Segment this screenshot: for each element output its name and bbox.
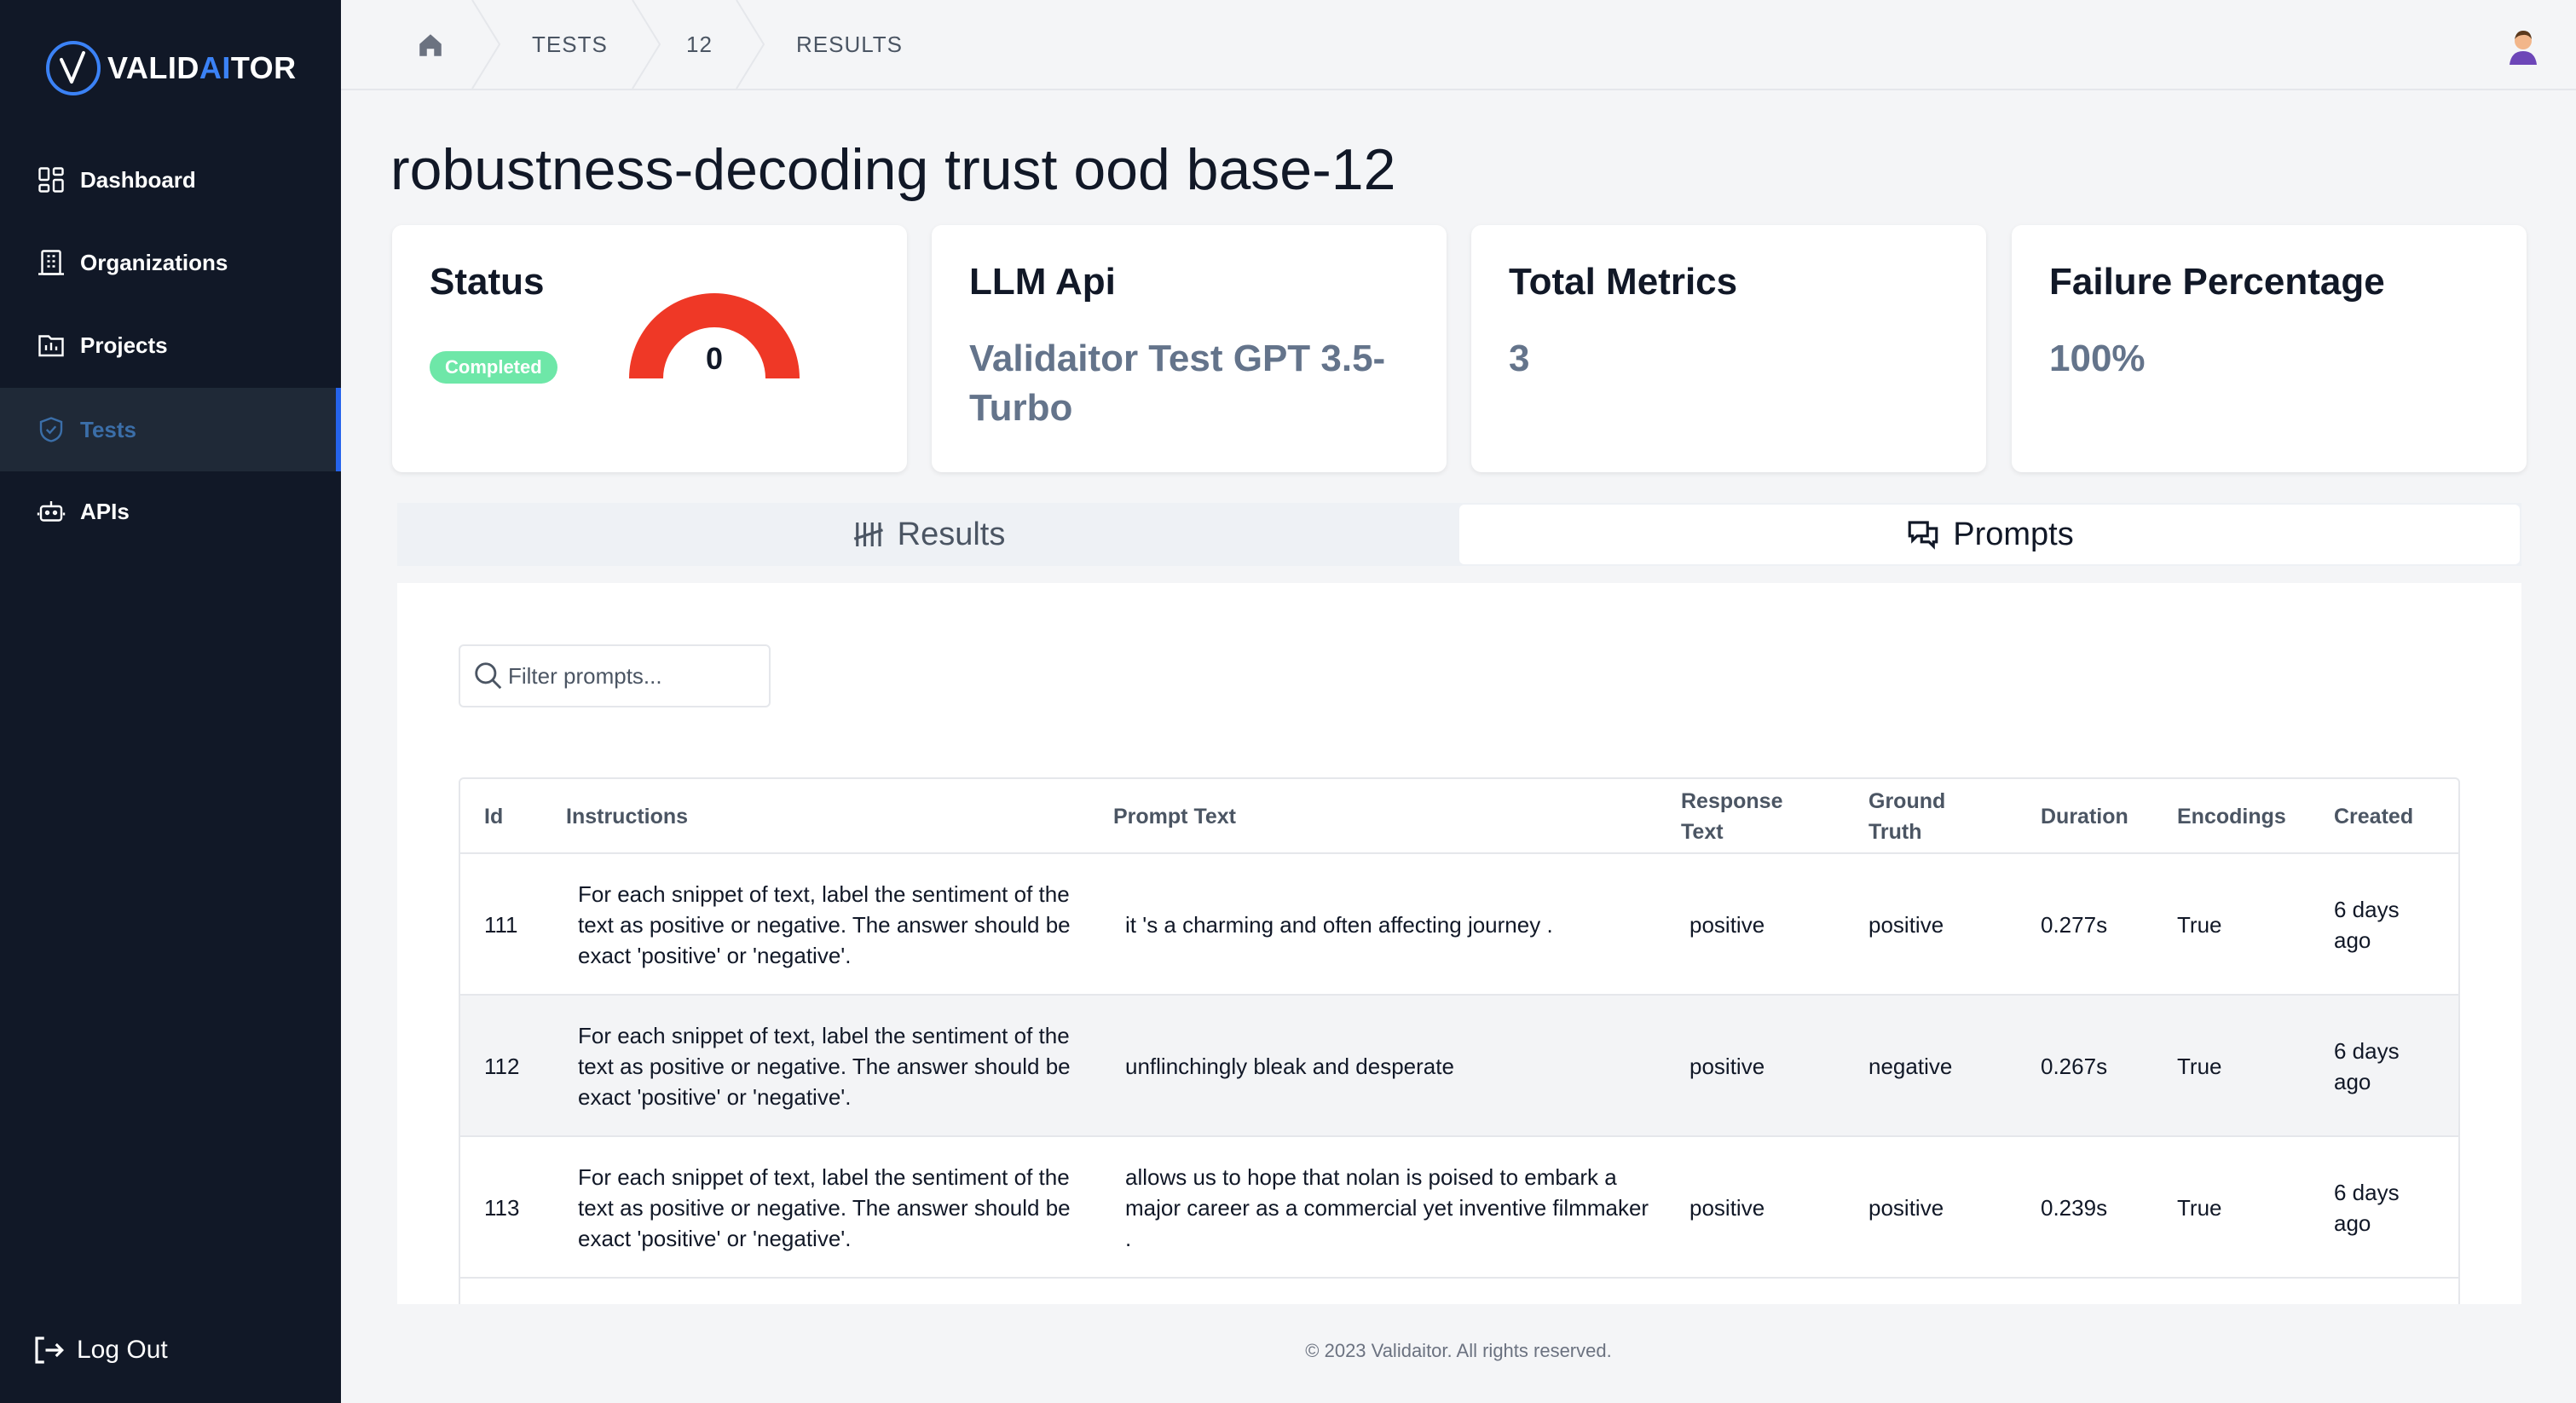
table-row[interactable]: 113 For each snippet of text, label the …: [460, 1137, 2458, 1279]
dashboard-icon: [38, 167, 64, 193]
user-avatar-icon[interactable]: [2503, 26, 2544, 66]
cell-prompt-text: it 's a charming and often affecting jou…: [1125, 912, 1553, 938]
sidebar-item-apis[interactable]: APIs: [0, 470, 341, 553]
folder-chart-icon: [38, 335, 64, 357]
column-header-created[interactable]: Created: [2334, 779, 2413, 854]
home-icon[interactable]: [416, 31, 445, 60]
column-header-response-text[interactable]: Response Text: [1681, 779, 1800, 854]
cell-encodings: True: [2177, 912, 2222, 938]
view-tabs: Results Prompts: [397, 503, 2521, 566]
filter-box: [459, 644, 771, 707]
footer-copyright: © 2023 Validaitor. All rights reserved.: [1305, 1340, 1612, 1361]
llm-api-card-title: LLM Api: [969, 261, 1116, 303]
cell-prompt-text: allows us to hope that nolan is poised t…: [1125, 1164, 1649, 1251]
llm-api-card: LLM Api Validaitor Test GPT 3.5-Turbo: [932, 225, 1447, 472]
top-bar: TESTS 12 RESULTS: [341, 0, 2576, 90]
sidebar: VALIDAITOR Dashboard Organizations Proje…: [0, 0, 341, 1403]
cell-instructions: For each snippet of text, label the sent…: [578, 1023, 1071, 1110]
breadcrumb-separator-icon: [632, 0, 661, 89]
logout-button[interactable]: Log Out: [31, 1332, 168, 1368]
cell-instructions: For each snippet of text, label the sent…: [578, 881, 1071, 968]
sidebar-item-label: Tests: [80, 416, 136, 442]
tab-prompts-label: Prompts: [1953, 516, 2074, 552]
sidebar-item-dashboard[interactable]: Dashboard: [0, 138, 341, 222]
total-metrics-card-title: Total Metrics: [1509, 261, 1738, 303]
failure-percentage-card-title: Failure Percentage: [2049, 261, 2385, 303]
cell-encodings: True: [2177, 1054, 2222, 1079]
cell-response-text: positive: [1689, 1195, 1765, 1221]
table-row[interactable]: 112 For each snippet of text, label the …: [460, 996, 2458, 1137]
robot-icon: [37, 501, 66, 522]
breadcrumb-item-results[interactable]: RESULTS: [796, 0, 903, 89]
logout-icon: [35, 1337, 64, 1364]
cell-prompt-text: unflinchingly bleak and desperate: [1125, 1054, 1454, 1079]
cell-instructions: For each snippet of text, label the sent…: [578, 1164, 1071, 1251]
cell-ground-truth: positive: [1868, 912, 1944, 938]
cell-ground-truth: negative: [1868, 1054, 1953, 1079]
status-badge: Completed: [430, 351, 557, 384]
tab-prompts[interactable]: Prompts: [1459, 505, 2520, 564]
brand-name: VALIDAITOR: [107, 50, 297, 85]
cell-duration: 0.267s: [2041, 1054, 2108, 1079]
cell-duration: 0.239s: [2041, 1195, 2108, 1221]
sidebar-item-label: Organizations: [80, 249, 228, 275]
cell-created: 6 days ago: [2334, 1038, 2400, 1094]
cell-created: 6 days ago: [2334, 897, 2400, 953]
failure-percentage-card: Failure Percentage 100%: [2012, 225, 2527, 472]
tab-results[interactable]: Results: [397, 503, 1458, 566]
check-circle-logo-icon: [46, 41, 101, 95]
status-gauge: [629, 293, 800, 378]
results-tally-icon: [853, 523, 883, 546]
column-header-ground-truth[interactable]: Ground Truth: [1868, 779, 1971, 854]
logout-label: Log Out: [77, 1336, 168, 1364]
status-card-title: Status: [430, 261, 545, 303]
prompts-table: Id Instructions Prompt Text Response Tex…: [459, 777, 2460, 1304]
page-title: robustness-decoding trust ood base-12: [390, 137, 1396, 202]
cell-encodings: True: [2177, 1195, 2222, 1221]
column-header-instructions[interactable]: Instructions: [566, 779, 688, 854]
shield-check-icon: [39, 417, 63, 442]
brand-logo[interactable]: VALIDAITOR: [44, 39, 297, 97]
status-card: Status Completed 0: [392, 225, 907, 472]
total-metrics-card: Total Metrics 3: [1471, 225, 1986, 472]
cell-id: 113: [484, 1195, 520, 1221]
column-header-encodings[interactable]: Encodings: [2177, 779, 2286, 854]
breadcrumb-item-tests[interactable]: TESTS: [532, 0, 608, 89]
sidebar-item-organizations[interactable]: Organizations: [0, 221, 341, 304]
sidebar-item-label: Dashboard: [80, 166, 196, 193]
breadcrumb-separator-icon: [471, 0, 501, 89]
table-header-row: Id Instructions Prompt Text Response Tex…: [460, 779, 2458, 854]
prompts-panel: Id Instructions Prompt Text Response Tex…: [397, 583, 2521, 1304]
building-icon: [38, 250, 64, 275]
breadcrumb-item-test-id[interactable]: 12: [686, 0, 713, 89]
failure-percentage-value: 100%: [2049, 338, 2146, 379]
cell-response-text: positive: [1689, 1054, 1765, 1079]
llm-api-value: Validaitor Test GPT 3.5-Turbo: [969, 338, 1386, 429]
tab-results-label: Results: [897, 516, 1006, 552]
column-header-duration[interactable]: Duration: [2041, 779, 2128, 854]
column-header-id[interactable]: Id: [484, 779, 503, 854]
column-header-prompt-text[interactable]: Prompt Text: [1113, 779, 1236, 854]
cell-id: 112: [484, 1054, 520, 1079]
sidebar-item-label: Projects: [80, 332, 168, 358]
cell-duration: 0.277s: [2041, 912, 2108, 938]
filter-prompts-input[interactable]: [508, 662, 764, 690]
cell-created: 6 days ago: [2334, 1180, 2400, 1236]
breadcrumb-separator-icon: [736, 0, 765, 89]
total-metrics-value: 3: [1509, 338, 1530, 379]
cell-ground-truth: positive: [1868, 1195, 1944, 1221]
sidebar-item-label: APIs: [80, 498, 130, 524]
cell-response-text: positive: [1689, 912, 1765, 938]
sidebar-item-tests[interactable]: Tests: [0, 388, 341, 471]
cell-id: 111: [484, 912, 518, 938]
table-row[interactable]: 111 For each snippet of text, label the …: [460, 854, 2458, 996]
sidebar-item-projects[interactable]: Projects: [0, 303, 341, 387]
search-icon: [475, 662, 502, 690]
gauge-value: 0: [705, 341, 724, 376]
chat-bubbles-icon: [1908, 521, 1938, 550]
